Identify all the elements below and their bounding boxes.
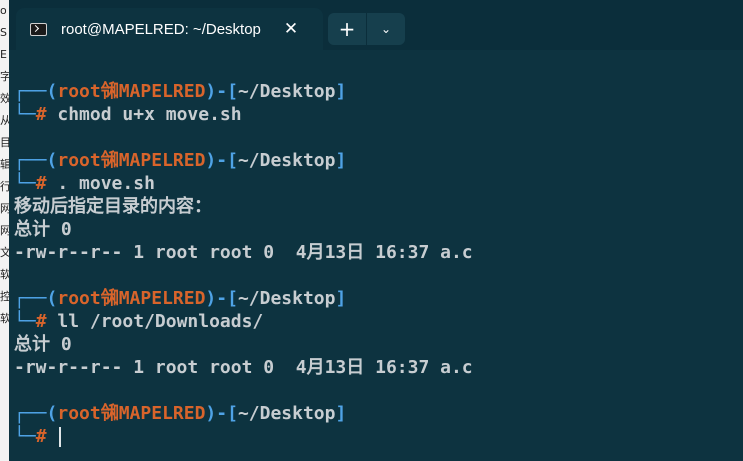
prompt-frame: └─: [14, 426, 36, 447]
bg-char: 控: [0, 290, 9, 303]
prompt-user: root: [57, 81, 101, 102]
prompt-frame: ]: [335, 150, 347, 171]
prompt-at-icon: ㋿: [100, 403, 119, 424]
tab-bar: root@MAPELRED: ~/Desktop ✕ + ⌄: [9, 0, 743, 50]
command-line-1: └─# chmod u+x move.sh: [14, 103, 242, 126]
prompt-path: ~/Desktop: [237, 150, 336, 171]
new-tab-button[interactable]: +: [328, 13, 366, 45]
prompt-line-4: ┌──(root㋿MAPELRED)-[~/Desktop]: [14, 402, 346, 425]
background-window-edge: o S E 字 效 从 目 辑 行 网 网 文 软 控 软: [0, 0, 9, 461]
prompt-host: MAPELRED: [118, 81, 206, 102]
prompt-frame: ]: [335, 288, 347, 309]
command-line-3: └─# ll /root/Downloads/: [14, 310, 263, 333]
prompt-frame: )-[: [205, 81, 238, 102]
bg-char: 行: [0, 180, 9, 193]
output-line: -rw-r--r-- 1 root root 0 4月13日 16:37 a.c: [14, 242, 473, 263]
output-line: 移动后指定目录的内容：: [14, 196, 212, 217]
prompt-frame: ┌──(: [14, 288, 58, 309]
bg-char: o: [0, 4, 7, 17]
prompt-path: ~/Desktop: [237, 403, 336, 424]
prompt-frame: ┌──(: [14, 81, 58, 102]
command-line-2: └─# . move.sh: [14, 172, 155, 195]
prompt-line-3: ┌──(root㋿MAPELRED)-[~/Desktop]: [14, 287, 346, 310]
terminal-tab[interactable]: root@MAPELRED: ~/Desktop ✕: [16, 8, 323, 50]
command-line-4[interactable]: └─#: [14, 425, 62, 448]
prompt-frame: ]: [335, 403, 347, 424]
prompt-host: MAPELRED: [118, 288, 206, 309]
prompt-frame: ┌──(: [14, 150, 58, 171]
prompt-user: root: [57, 150, 101, 171]
prompt-frame: └─: [14, 311, 36, 332]
prompt-frame: └─: [14, 104, 36, 125]
prompt-frame: )-[: [205, 288, 238, 309]
tab-dropdown-chevron-down-icon[interactable]: ⌄: [367, 13, 405, 45]
prompt-hash: #: [35, 173, 47, 194]
prompt-host: MAPELRED: [118, 403, 206, 424]
text-cursor: [59, 427, 62, 447]
prompt-frame: ]: [335, 81, 347, 102]
close-tab-icon[interactable]: ✕: [281, 19, 301, 39]
output-line: 总计 0: [14, 219, 72, 240]
output-line: 总计 0: [14, 334, 72, 355]
prompt-frame: ┌──(: [14, 403, 58, 424]
bg-char: 网: [0, 202, 9, 215]
bg-char: 软: [0, 312, 9, 325]
bg-char: 软: [0, 268, 9, 281]
command-text: chmod u+x move.sh: [46, 104, 242, 125]
prompt-frame: └─: [14, 173, 36, 194]
prompt-path: ~/Desktop: [237, 288, 336, 309]
bg-char: 目: [0, 136, 9, 149]
bg-char: E: [0, 48, 7, 61]
tab-title: root@MAPELRED: ~/Desktop: [61, 20, 261, 38]
terminal-icon: [30, 22, 47, 36]
prompt-frame: )-[: [205, 403, 238, 424]
bg-char: 网: [0, 224, 9, 237]
output-line: -rw-r--r-- 1 root root 0 4月13日 16:37 a.c: [14, 357, 473, 378]
command-text: [47, 426, 58, 447]
command-text: . move.sh: [46, 173, 155, 194]
command-text: ll /root/Downloads/: [46, 311, 264, 332]
bg-char: S: [0, 26, 7, 39]
prompt-line-1: ┌──(root㋿MAPELRED)-[~/Desktop]: [14, 80, 346, 103]
prompt-path: ~/Desktop: [237, 81, 336, 102]
prompt-host: MAPELRED: [118, 150, 206, 171]
prompt-user: root: [57, 403, 101, 424]
prompt-at-icon: ㋿: [100, 150, 119, 171]
prompt-at-icon: ㋿: [100, 288, 119, 309]
prompt-at-icon: ㋿: [100, 81, 119, 102]
prompt-hash: #: [35, 311, 47, 332]
prompt-hash: #: [35, 426, 47, 447]
prompt-line-2: ┌──(root㋿MAPELRED)-[~/Desktop]: [14, 149, 346, 172]
bg-char: 效: [0, 92, 9, 105]
bg-char: 从: [0, 114, 9, 127]
terminal-area[interactable]: ┌──(root㋿MAPELRED)-[~/Desktop] └─# chmod…: [9, 50, 743, 461]
prompt-hash: #: [35, 104, 47, 125]
bg-char: 文: [0, 246, 9, 259]
bg-char: 辑: [0, 158, 9, 171]
prompt-frame: )-[: [205, 150, 238, 171]
bg-char: 字: [0, 70, 9, 83]
prompt-user: root: [57, 288, 101, 309]
